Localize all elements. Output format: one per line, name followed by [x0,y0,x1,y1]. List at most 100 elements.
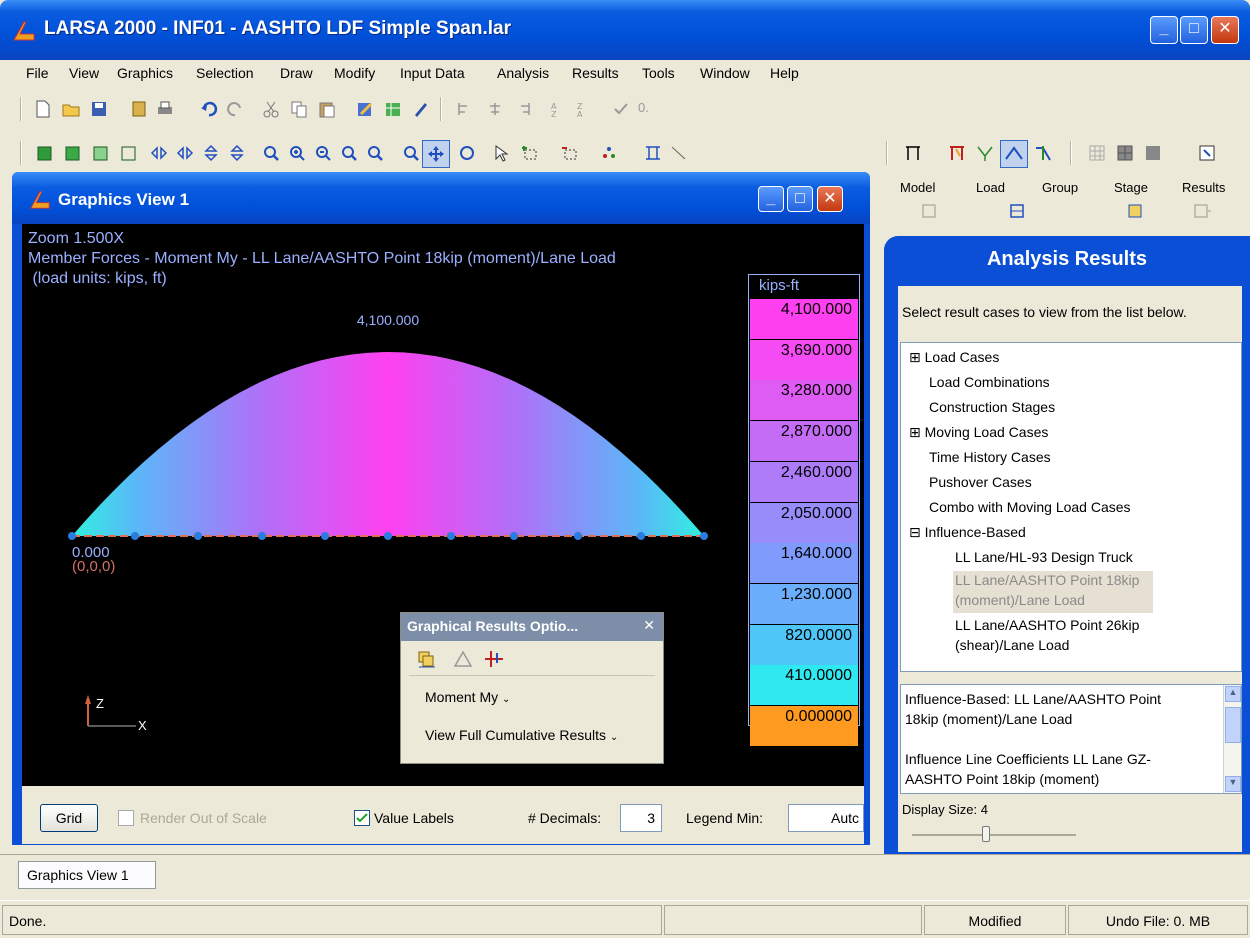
close-button[interactable]: ✕ [1211,16,1239,44]
minimize-button[interactable]: _ [1150,16,1178,44]
tab-model[interactable]: Model [900,180,935,195]
frame-icon[interactable] [904,144,922,162]
scroll-down-icon[interactable]: ▼ [1225,776,1241,792]
zoom-window-icon[interactable] [340,144,358,162]
zoom-previous-icon[interactable] [366,144,384,162]
redo-icon[interactable] [226,100,244,118]
orbit-icon[interactable] [458,144,476,162]
loads-icon[interactable] [948,144,966,162]
menu-draw[interactable]: Draw [280,65,313,81]
scroll-thumb[interactable] [1225,707,1241,743]
rotate-up-icon[interactable] [202,144,220,162]
members-icon[interactable] [644,144,662,162]
tree-item-construction-stages[interactable]: Construction Stages [929,399,1055,415]
menu-results[interactable]: Results [572,65,619,81]
info-scrollbar[interactable]: ▲ ▼ [1223,685,1241,793]
align-right-icon[interactable] [514,100,532,118]
zoom-out-icon[interactable] [314,144,332,162]
triangle-icon[interactable] [453,649,473,669]
select-arrow-icon[interactable] [492,144,510,162]
display-size-slider[interactable] [912,834,1076,836]
value-labels-checkbox[interactable] [354,810,370,826]
tree-item-influence-based[interactable]: ⊟ Influence-Based [909,524,1026,541]
menu-tools[interactable]: Tools [642,65,675,81]
tree-item-hl93-design-truck[interactable]: LL Lane/HL-93 Design Truck [955,549,1133,565]
render-solid-icon[interactable] [36,144,54,162]
grid-large-icon[interactable] [1116,144,1134,162]
moment-my-dropdown[interactable]: Moment My ⌄ [425,689,510,705]
edit-properties-icon[interactable] [356,100,374,118]
menu-help[interactable]: Help [770,65,799,81]
graphics-view-minimize-button[interactable]: _ [758,186,784,212]
tree-item-moving-load-cases[interactable]: ⊞ Moving Load Cases [909,424,1048,441]
fill-icon[interactable] [1144,144,1162,162]
zoom-in-icon[interactable] [288,144,306,162]
zoom-icon[interactable] [262,144,280,162]
panel-close-button[interactable]: ✕ [643,617,655,634]
checkmark-icon[interactable] [612,100,630,118]
results-diagram-button[interactable] [1000,140,1028,168]
plates-icon[interactable] [670,144,688,162]
scroll-up-icon[interactable]: ▲ [1225,686,1241,702]
rotate-left-icon[interactable] [150,144,168,162]
tree-item-load-combinations[interactable]: Load Combinations [929,374,1050,390]
display-size-slider-thumb[interactable] [982,826,990,842]
supports-icon[interactable] [976,144,994,162]
render-out-of-scale-checkbox[interactable] [118,810,134,826]
align-center-icon[interactable] [486,100,504,118]
open-folder-icon[interactable] [62,100,80,118]
tree-item-load-cases[interactable]: ⊞ Load Cases [909,349,999,366]
grid-button[interactable]: Grid [40,804,98,832]
decimals-input[interactable]: 3 [620,804,662,832]
rotate-down-icon[interactable] [228,144,246,162]
influence-line-icon[interactable] [483,649,505,669]
tree-item-aashto-26kip-line2[interactable]: (shear)/Lane Load [955,637,1069,653]
maximize-button[interactable]: □ [1180,16,1208,44]
grid-small-icon[interactable] [1088,144,1106,162]
new-file-icon[interactable] [34,100,52,118]
render-wireframe-icon[interactable] [120,144,138,162]
tab-results[interactable]: Results [1182,180,1225,195]
graphics-view-close-button[interactable]: ✕ [817,186,843,212]
cut-icon[interactable] [262,100,280,118]
tree-item-aashto-26kip-line1[interactable]: LL Lane/AASHTO Point 26kip [955,617,1139,633]
save-icon[interactable] [90,100,108,118]
menu-window[interactable]: Window [700,65,750,81]
tab-group[interactable]: Group [1042,180,1078,195]
pencil-icon[interactable] [412,100,430,118]
deformed-shape-icon[interactable] [1034,144,1052,162]
tab-graphics-view-1[interactable]: Graphics View 1 [18,861,156,889]
graphics-view-maximize-button[interactable]: □ [787,186,813,212]
render-hidden-icon[interactable] [92,144,110,162]
menu-analysis[interactable]: Analysis [497,65,549,81]
print-icon[interactable] [156,100,174,118]
legend-min-input[interactable]: Autc [788,804,864,832]
tree-item-combo-moving-load[interactable]: Combo with Moving Load Cases [929,499,1131,515]
sort-ascending-icon[interactable]: AZ [550,100,568,118]
window-tile-icon[interactable] [1198,144,1216,162]
zoom-extents-icon[interactable] [402,144,420,162]
rotate-right-icon[interactable] [176,144,194,162]
menu-modify[interactable]: Modify [334,65,375,81]
menu-view[interactable]: View [69,65,99,81]
select-box-icon[interactable] [520,144,538,162]
spreadsheet-icon[interactable] [384,100,402,118]
render-shaded-icon[interactable] [64,144,82,162]
align-left-icon[interactable] [456,100,474,118]
pan-button[interactable] [422,140,450,168]
menu-graphics[interactable]: Graphics [117,65,173,81]
menu-file[interactable]: File [26,65,49,81]
copy-icon[interactable] [290,100,308,118]
view-full-cumulative-dropdown[interactable]: View Full Cumulative Results ⌄ [425,727,618,743]
tab-stage[interactable]: Stage [1114,180,1148,195]
database-icon[interactable] [130,100,148,118]
unselect-box-icon[interactable] [560,144,578,162]
tree-item-time-history-cases[interactable]: Time History Cases [929,449,1051,465]
tab-load[interactable]: Load [976,180,1005,195]
tree-item-pushover-cases[interactable]: Pushover Cases [929,474,1032,490]
copy-results-icon[interactable] [417,649,437,669]
sort-descending-icon[interactable]: ZA [576,100,594,118]
undo-icon[interactable] [200,100,218,118]
menu-input-data[interactable]: Input Data [400,65,465,81]
select-points-icon[interactable] [600,144,618,162]
